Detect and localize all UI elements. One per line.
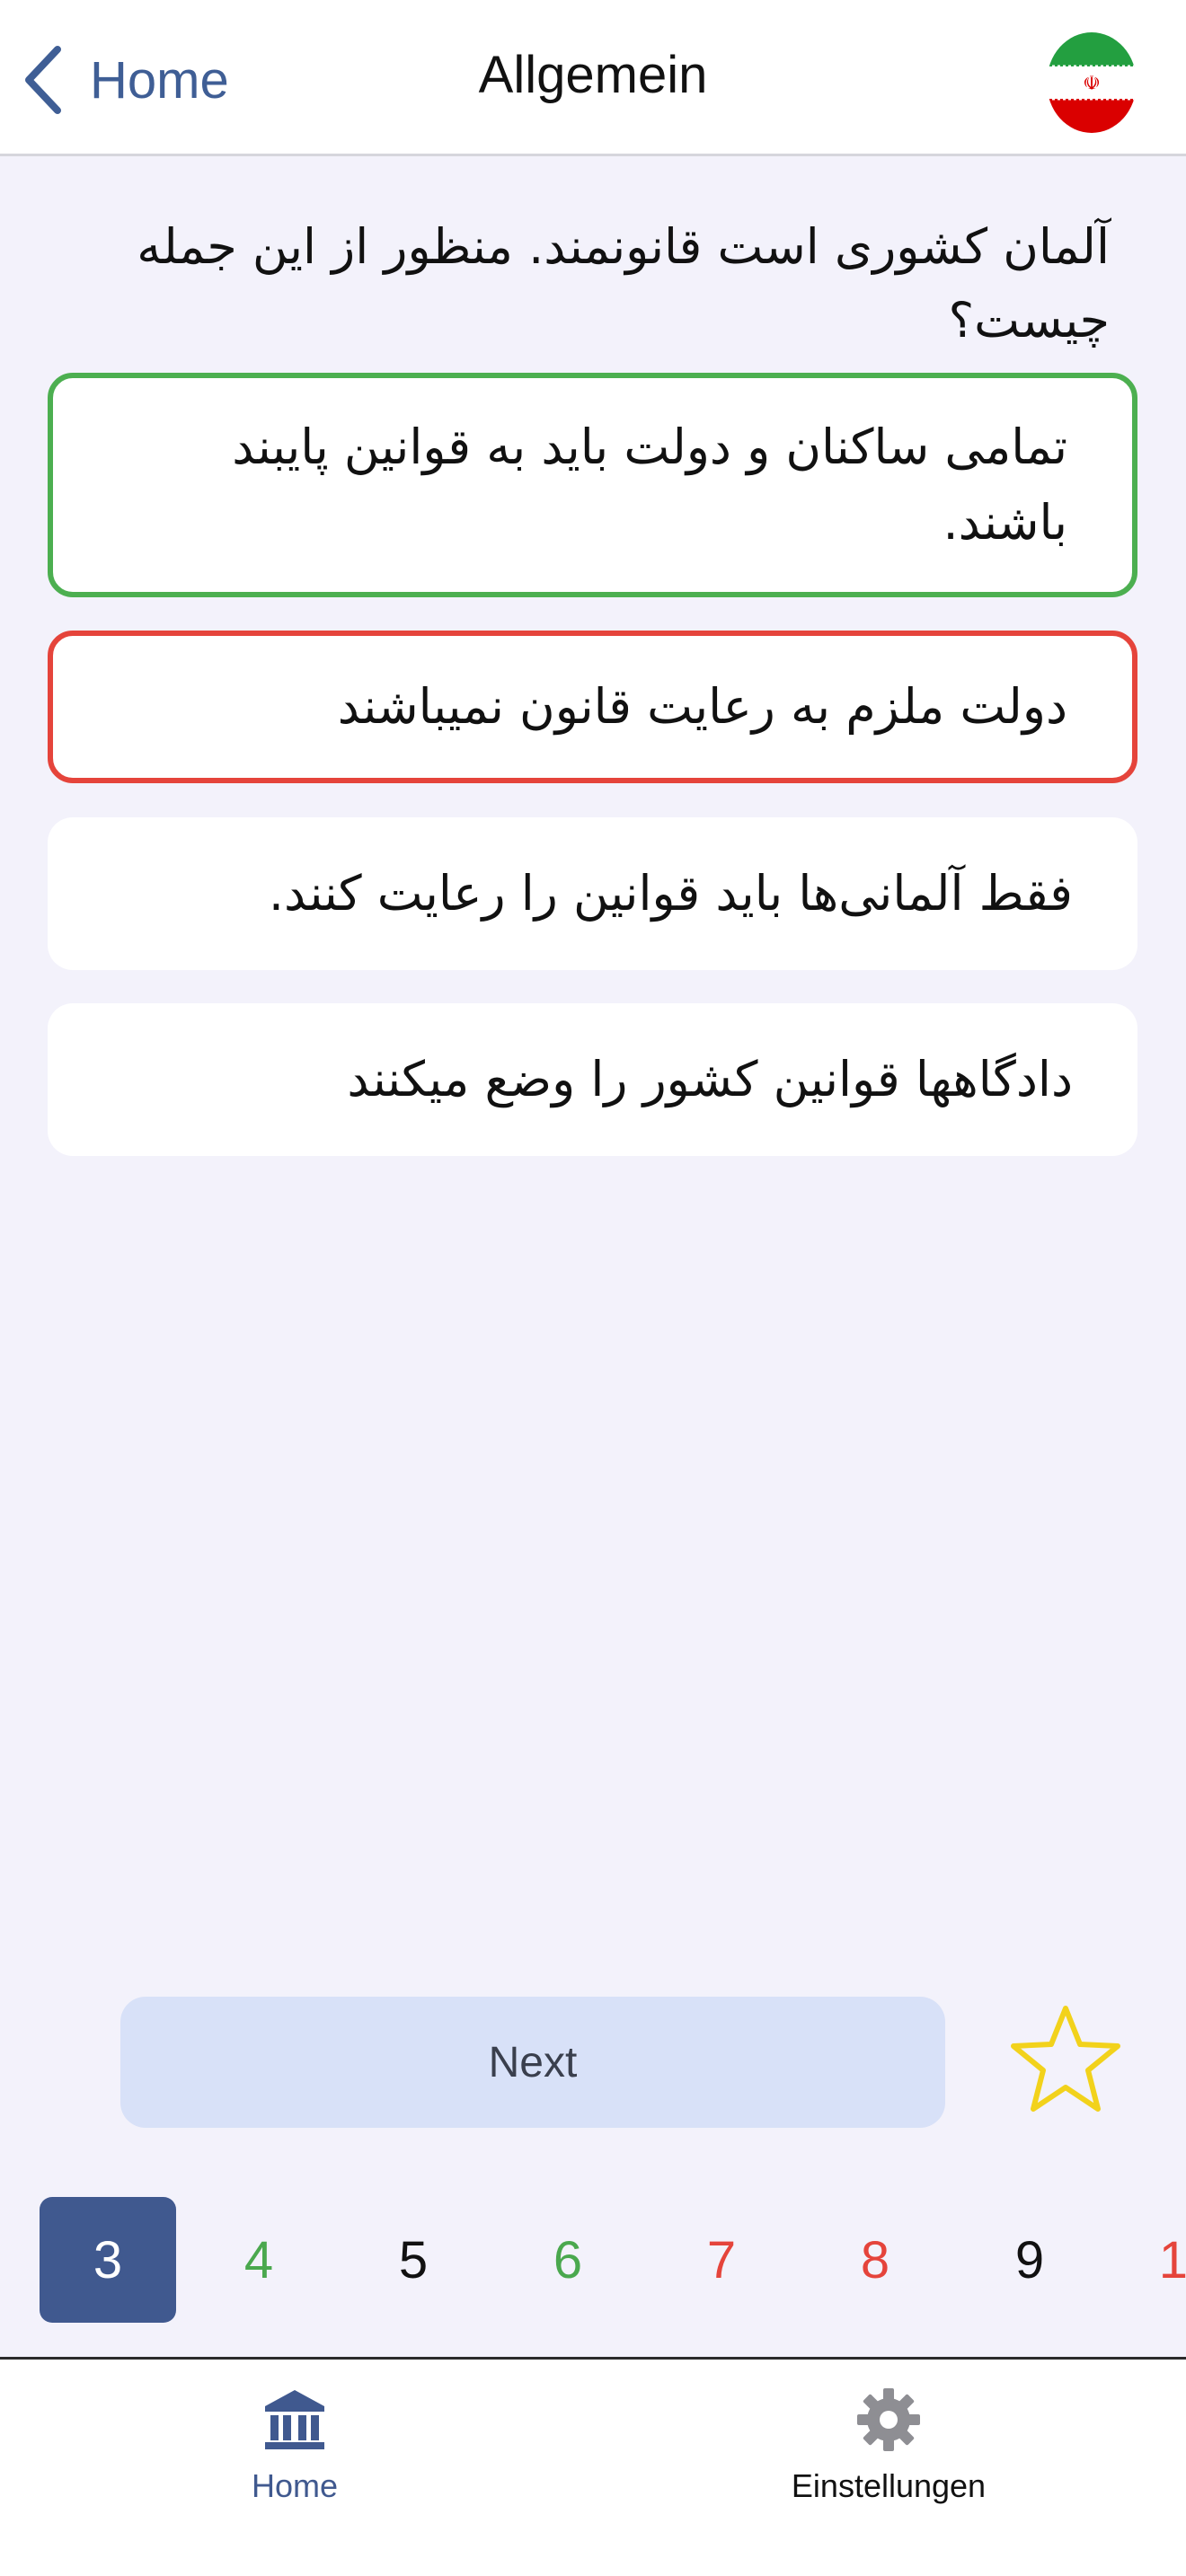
page-item[interactable]: 7 [653,2197,790,2323]
screen: Home Allgemein ☫ آلمان کشوری است قانونمن… [0,0,1186,2576]
page-item[interactable]: 8 [807,2197,943,2323]
answer-option-wrong[interactable]: دولت ملزم به رعایت قانون نمیباشند [48,631,1137,783]
answer-label: فقط آلمانی‌ها باید قوانین را رعایت کنند. [268,865,1073,922]
nav-header: Home Allgemein ☫ [0,0,1186,156]
tab-settings[interactable]: Einstellungen [709,2386,1068,2505]
page-item[interactable]: 9 [961,2197,1098,2323]
page-item[interactable]: 5 [345,2197,482,2323]
tab-home[interactable]: Home [115,2386,474,2505]
page-item[interactable]: 6 [500,2197,636,2323]
answer-label: تمامی ساکنان و دولت باید به قوانین پایبن… [232,419,1067,551]
question-text: آلمان کشوری است قانونمند. منظور از این ج… [137,218,1110,348]
star-outline-icon[interactable] [1006,2001,1125,2120]
page-item[interactable]: 4 [190,2197,327,2323]
tab-settings-label: Einstellungen [791,2467,987,2504]
gear-icon [857,2388,920,2451]
answer-option[interactable]: دادگاهها قوانین کشور را وضع میکنند [48,1003,1137,1156]
answer-label: دادگاهها قوانین کشور را وضع میکنند [347,1051,1073,1107]
page-title: Allgemein [478,46,708,104]
svg-text:☫: ☫ [1083,73,1101,95]
tab-bar: Home Einstellungen [0,2357,1186,2576]
answer-option[interactable]: فقط آلمانی‌ها باید قوانین را رعایت کنند. [48,817,1137,970]
tab-home-label: Home [251,2467,339,2504]
question-pager: 3 4 5 6 7 8 9 10 [0,2197,1186,2323]
iran-flag-icon[interactable]: ☫ [1047,32,1137,133]
answer-label: دولت ملزم به رعایت قانون نمیباشند [337,678,1067,735]
answer-option-correct[interactable]: تمامی ساکنان و دولت باید به قوانین پایبن… [48,373,1137,597]
page-item[interactable]: 10 [1120,2197,1186,2323]
bank-building-icon [265,2390,324,2449]
next-button[interactable]: Next [120,1997,945,2128]
page-item-current[interactable]: 3 [40,2197,176,2323]
